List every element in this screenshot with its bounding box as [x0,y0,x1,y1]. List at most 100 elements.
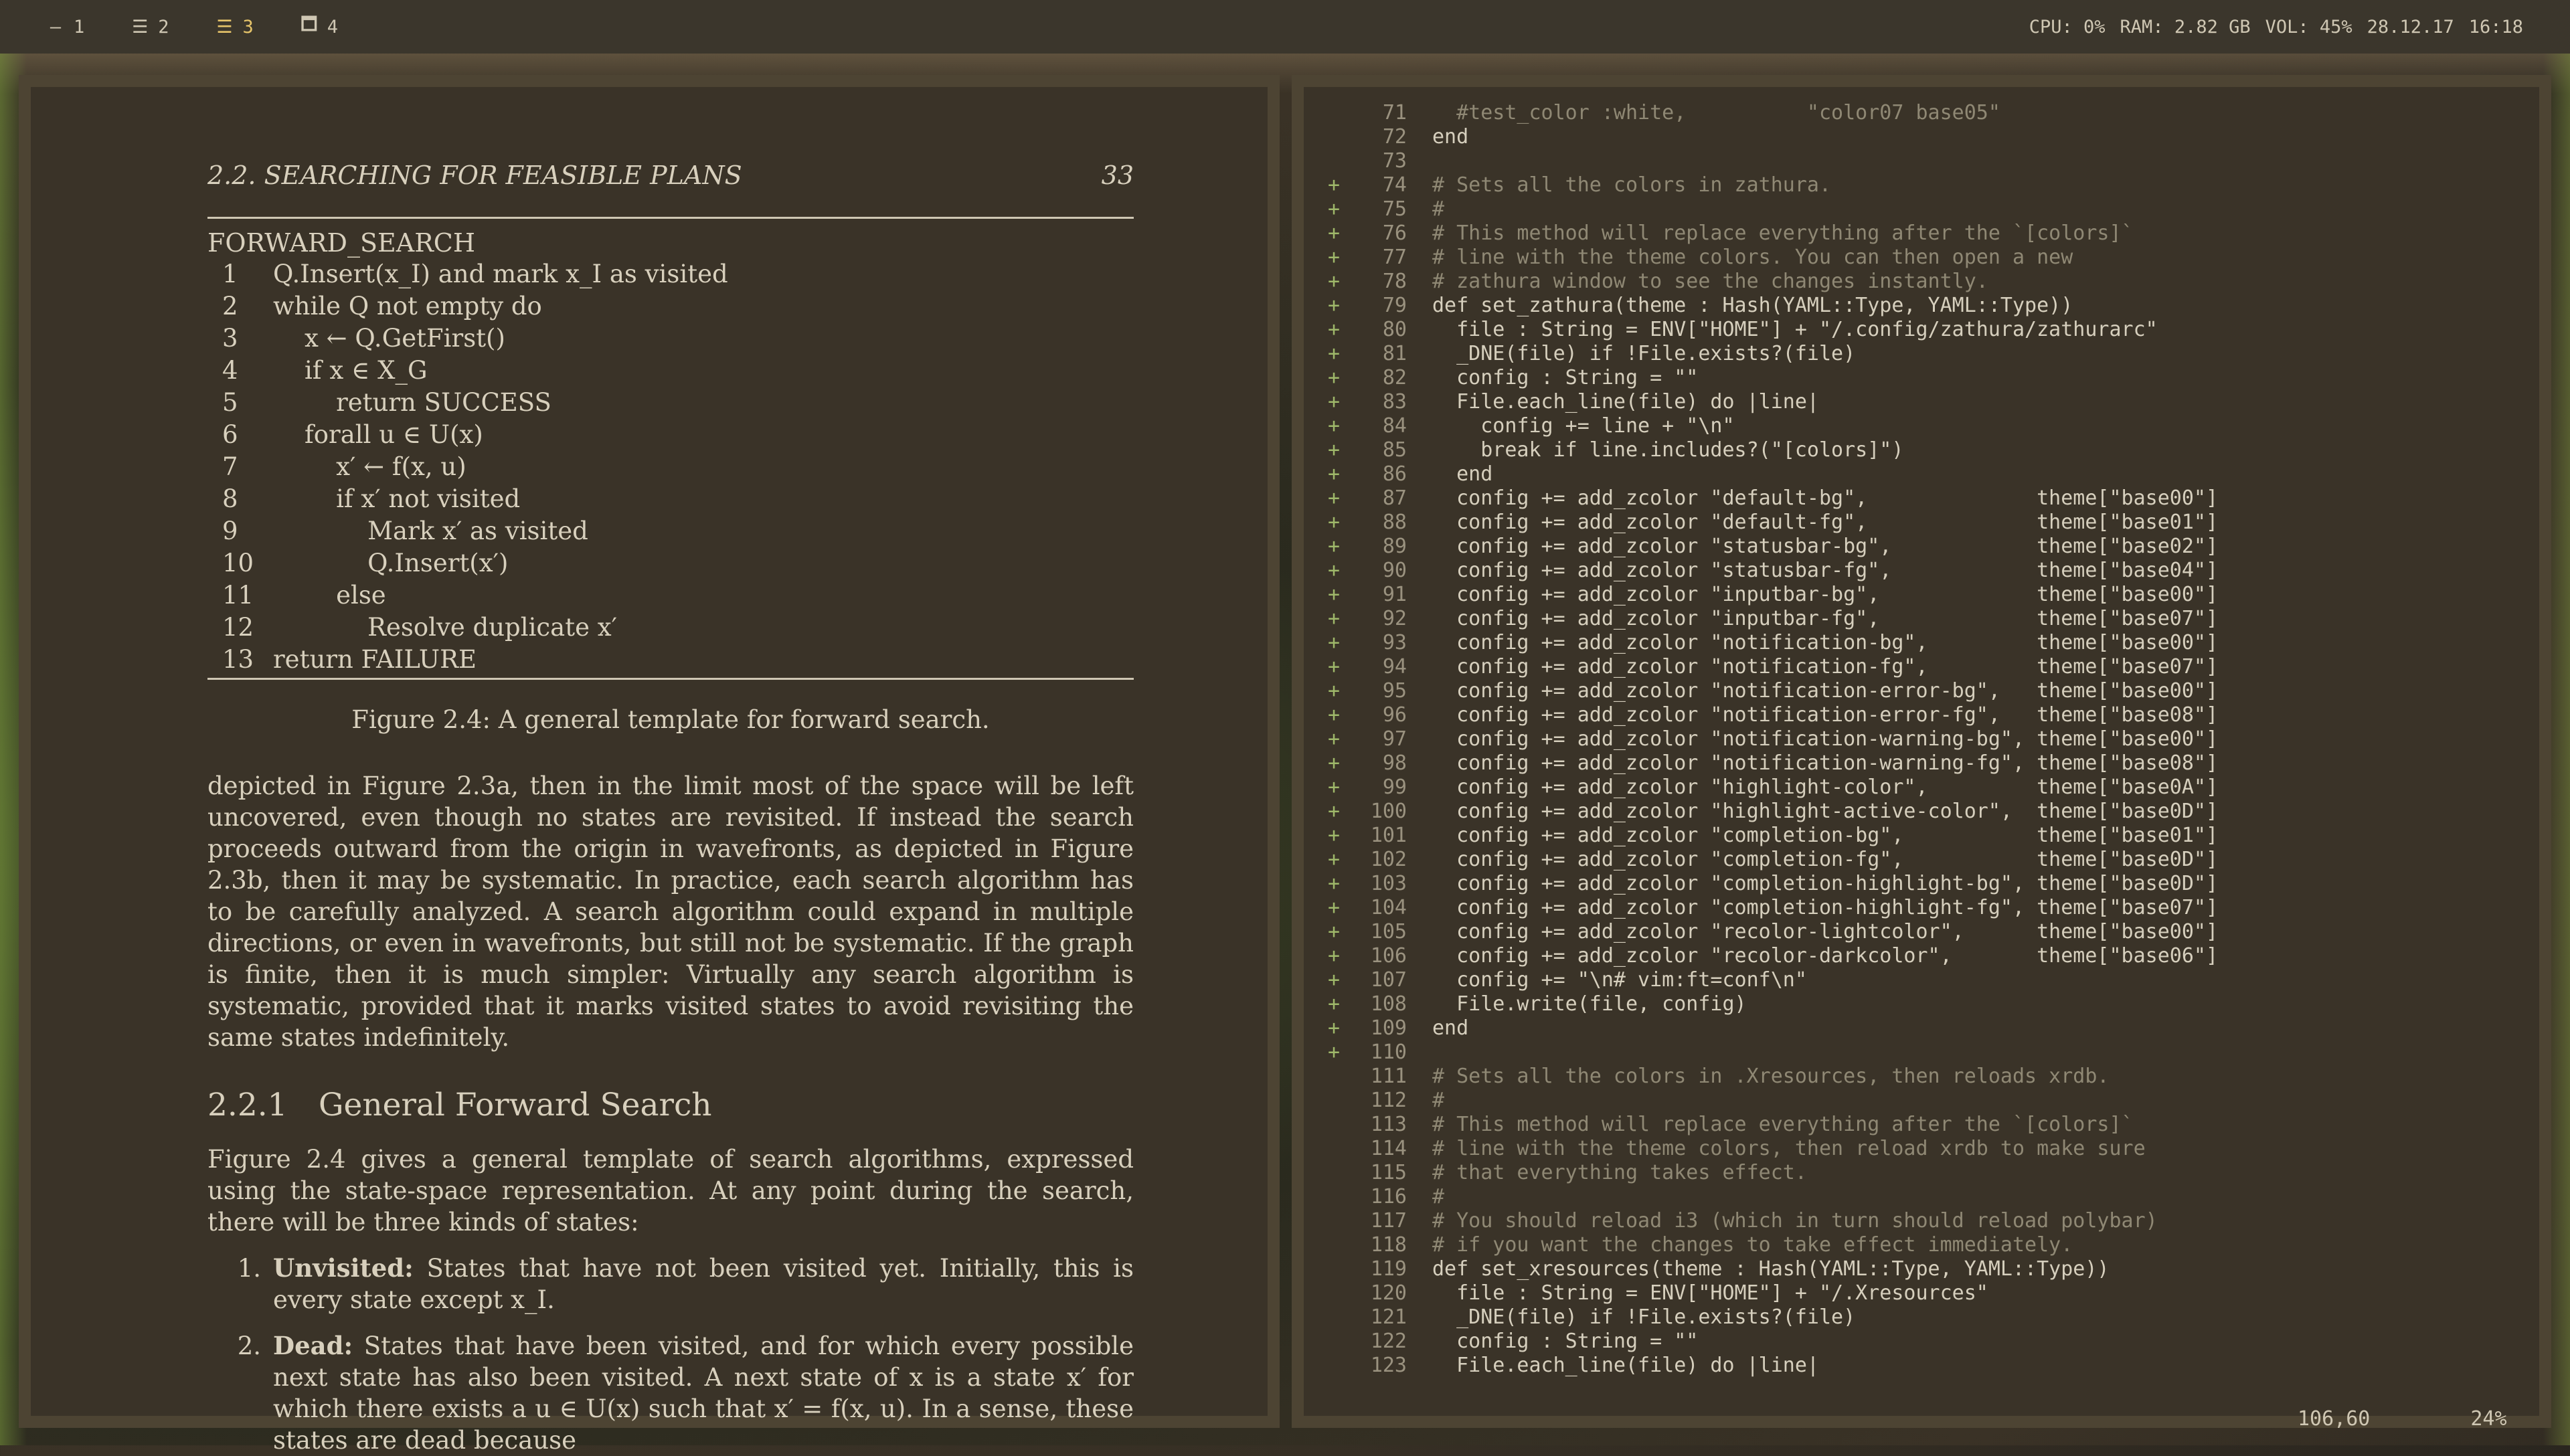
code-line[interactable]: +107 config += "\n# vim:ft=conf\n" [1317,968,2542,992]
code-text[interactable]: config += add_zcolor "inputbar-fg", them… [1432,607,2218,630]
code-text[interactable]: # line with the theme colors. You can th… [1432,246,2073,269]
code-line[interactable]: +100 config += add_zcolor "highlight-act… [1317,799,2542,823]
code-text[interactable]: config : String = "" [1432,1330,1698,1353]
code-text[interactable]: # Sets all the colors in zathura. [1432,173,1831,197]
code-line[interactable]: 119 def set_xresources(theme : Hash(YAML:… [1317,1257,2542,1281]
code-line[interactable]: 117 # You should reload i3 (which in turn… [1317,1208,2542,1233]
code-text[interactable]: config += add_zcolor "recolor-darkcolor"… [1432,944,2218,968]
code-line[interactable]: +98 config += add_zcolor "notification-w… [1317,751,2542,775]
code-text[interactable]: config += add_zcolor "notification-warni… [1432,727,2218,751]
code-text[interactable]: config += add_zcolor "highlight-active-c… [1432,800,2218,823]
code-line[interactable]: 122 config : String = "" [1317,1329,2542,1353]
code-text[interactable]: break if line.includes?("[colors]") [1432,438,1903,462]
code-text[interactable]: _DNE(file) if !File.exists?(file) [1432,342,1855,365]
code-line[interactable]: +82 config : String = "" [1317,365,2542,389]
code-line[interactable]: +76 # This method will replace everything… [1317,221,2542,245]
code-line[interactable]: +88 config += add_zcolor "default-fg", t… [1317,510,2542,534]
code-text[interactable]: # if you want the changes to take effect… [1432,1233,2073,1257]
code-text[interactable]: # You should reload i3 (which in turn sh… [1432,1209,2158,1233]
code-text[interactable]: end [1432,462,1492,486]
code-line[interactable]: +106 config += add_zcolor "recolor-darkc… [1317,943,2542,968]
code-line[interactable]: +83 File.each_line(file) do |line| [1317,389,2542,414]
code-line[interactable]: +94 config += add_zcolor "notification-f… [1317,654,2542,678]
code-line[interactable]: +79 def set_zathura(theme : Hash(YAML::Ty… [1317,293,2542,317]
code-text[interactable]: config += add_zcolor "completion-highlig… [1432,896,2218,919]
code-text[interactable]: config += add_zcolor "completion-bg", th… [1432,824,2218,847]
code-text[interactable]: config += add_zcolor "highlight-color", … [1432,776,2218,799]
code-text[interactable]: config += "\n# vim:ft=conf\n" [1432,968,1807,992]
code-text[interactable]: # This method will replace everything af… [1432,1113,2134,1136]
code-line[interactable]: +74 # Sets all the colors in zathura. [1317,173,2542,197]
code-line[interactable]: +85 break if line.includes?("[colors]") [1317,438,2542,462]
code-line[interactable]: +93 config += add_zcolor "notification-b… [1317,630,2542,654]
code-text[interactable]: # [1432,1089,1444,1112]
code-line[interactable]: +90 config += add_zcolor "statusbar-fg",… [1317,558,2542,582]
code-line[interactable]: +81 _DNE(file) if !File.exists?(file) [1317,341,2542,365]
code-text[interactable]: config += add_zcolor "statusbar-bg", the… [1432,535,2218,558]
code-text[interactable]: _DNE(file) if !File.exists?(file) [1432,1305,1855,1329]
code-text[interactable]: config += add_zcolor "inputbar-bg", them… [1432,583,2218,606]
code-line[interactable]: +99 config += add_zcolor "highlight-colo… [1317,775,2542,799]
code-line[interactable]: +95 config += add_zcolor "notification-e… [1317,678,2542,703]
code-text[interactable]: config += add_zcolor "notification-warni… [1432,751,2218,775]
code-editor[interactable]: 71 #test_color :white, "color07 base05" 7… [1317,100,2542,1431]
code-line[interactable]: 113 # This method will replace everything… [1317,1112,2542,1136]
code-line[interactable]: +101 config += add_zcolor "completion-bg… [1317,823,2542,847]
code-line[interactable]: 120 file : String = ENV["HOME"] + "/.Xre… [1317,1281,2542,1305]
code-text[interactable]: config += add_zcolor "notification-fg", … [1432,655,2218,678]
code-line[interactable]: +96 config += add_zcolor "notification-e… [1317,703,2542,727]
code-text[interactable]: File.write(file, config) [1432,992,1747,1016]
code-text[interactable]: config += add_zcolor "completion-fg", th… [1432,848,2218,871]
code-line[interactable]: +103 config += add_zcolor "completion-hi… [1317,871,2542,895]
code-line[interactable]: 112 # [1317,1088,2542,1112]
code-line[interactable]: 71 #test_color :white, "color07 base05" [1317,100,2542,124]
code-line[interactable]: +80 file : String = ENV["HOME"] + "/.con… [1317,317,2542,341]
code-line[interactable]: +86 end [1317,462,2542,486]
code-line[interactable]: 72 end [1317,124,2542,149]
code-line[interactable]: 111 # Sets all the colors in .Xresources,… [1317,1064,2542,1088]
workspace-1[interactable]: —1 [47,11,84,42]
code-line[interactable]: +110 [1317,1040,2542,1064]
code-text[interactable]: end [1432,125,1468,149]
code-line[interactable]: 115 # that everything takes effect. [1317,1160,2542,1184]
code-text[interactable]: config += add_zcolor "statusbar-fg", the… [1432,559,2218,582]
code-text[interactable]: config += add_zcolor "recolor-lightcolor… [1432,920,2218,943]
editor-window[interactable]: 71 #test_color :white, "color07 base05" 7… [1292,75,2551,1431]
code-line[interactable]: 116 # [1317,1184,2542,1208]
code-line[interactable]: +84 config += line + "\n" [1317,414,2542,438]
workspace-3[interactable]: ☰ 3 [216,11,253,42]
pdf-viewer-window[interactable]: 2.2. SEARCHING FOR FEASIBLE PLANS 33 FOR… [19,75,1280,1455]
code-text[interactable]: file : String = ENV["HOME"] + "/.Xresour… [1432,1281,1988,1305]
code-text[interactable]: # Sets all the colors in .Xresources, th… [1432,1065,2109,1088]
code-line[interactable]: +108 File.write(file, config) [1317,992,2542,1016]
code-line[interactable]: 121 _DNE(file) if !File.exists?(file) [1317,1305,2542,1329]
code-line[interactable]: +77 # line with the theme colors. You can… [1317,245,2542,269]
code-text[interactable]: # line with the theme colors, then reloa… [1432,1137,2146,1160]
code-line[interactable]: +97 config += add_zcolor "notification-w… [1317,727,2542,751]
code-line[interactable]: +102 config += add_zcolor "completion-fg… [1317,847,2542,871]
code-line[interactable]: +91 config += add_zcolor "inputbar-bg", … [1317,582,2542,606]
code-line[interactable]: +105 config += add_zcolor "recolor-light… [1317,919,2542,943]
code-lines[interactable]: 71 #test_color :white, "color07 base05" 7… [1317,100,2542,1377]
code-line[interactable]: +104 config += add_zcolor "completion-hi… [1317,895,2542,919]
code-text[interactable]: # [1432,197,1444,221]
code-line[interactable]: 114 # line with the theme colors, then re… [1317,1136,2542,1160]
code-text[interactable]: config += add_zcolor "completion-highlig… [1432,872,2218,895]
code-line[interactable]: +78 # zathura window to see the changes i… [1317,269,2542,293]
code-text[interactable]: config += add_zcolor "notification-bg", … [1432,631,2218,654]
code-line[interactable]: 123 File.each_line(file) do |line| [1317,1353,2542,1377]
code-text[interactable]: config += line + "\n" [1432,414,1734,438]
code-line[interactable]: +87 config += add_zcolor "default-bg", t… [1317,486,2542,510]
code-text[interactable]: file : String = ENV["HOME"] + "/.config/… [1432,318,2158,341]
code-text[interactable]: # that everything takes effect. [1432,1161,1807,1184]
code-line[interactable]: +109 end [1317,1016,2542,1040]
code-text[interactable]: #test_color :white, "color07 base05" [1432,101,2000,124]
code-text[interactable]: File.each_line(file) do |line| [1432,1354,1819,1377]
workspace-4[interactable]: 🗖 4 [301,11,338,42]
code-text[interactable]: # [1432,1185,1444,1208]
code-text[interactable]: end [1432,1016,1468,1040]
code-text[interactable]: config += add_zcolor "notification-error… [1432,703,2218,727]
code-line[interactable]: +89 config += add_zcolor "statusbar-bg",… [1317,534,2542,558]
code-line[interactable]: 118 # if you want the changes to take eff… [1317,1233,2542,1257]
code-text[interactable]: def set_xresources(theme : Hash(YAML::Ty… [1432,1257,2109,1281]
